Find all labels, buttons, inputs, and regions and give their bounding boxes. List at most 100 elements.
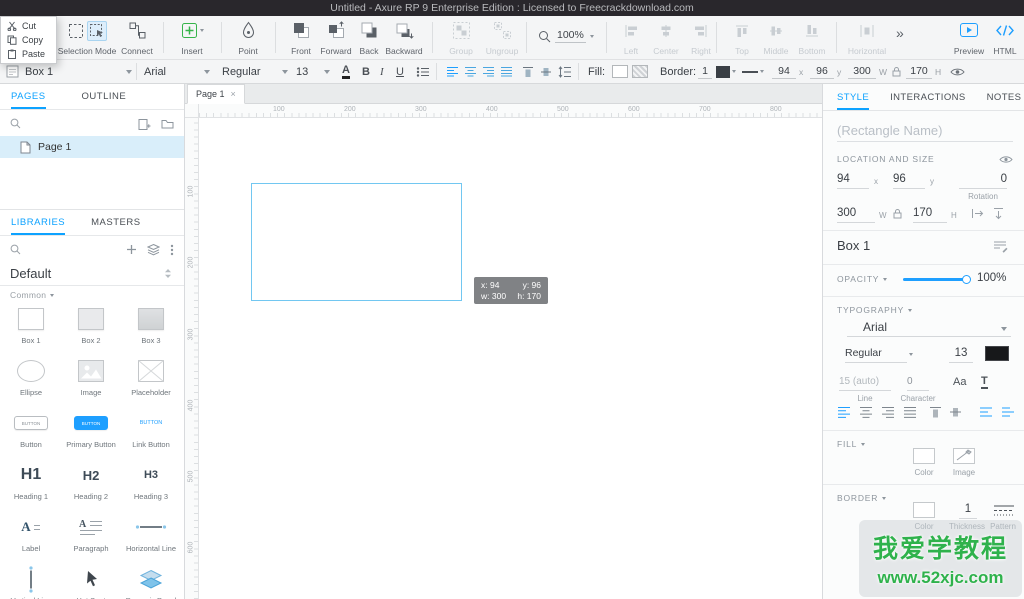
widget-label[interactable]: A Label [1,510,61,562]
widget-image[interactable]: Image [61,354,121,406]
fill-color-swatch[interactable] [612,60,628,83]
lock-ratio-icon[interactable] [893,208,902,219]
x-position-field[interactable]: 94 x [772,60,803,83]
tab-pages[interactable]: PAGES [11,84,46,109]
paragraph-spacing-icon[interactable] [1001,406,1015,418]
common-section-header[interactable]: Common [10,290,55,300]
widget-dynamic-panel[interactable]: Dynamic Panel [121,562,181,599]
bring-forward-button[interactable]: Forward [316,20,356,56]
widget-heading-1[interactable]: H1 Heading 1 [1,458,61,510]
widget-heading-3[interactable]: H3 Heading 3 [121,458,181,510]
widget-hot-spot[interactable]: Hot Spot [61,562,121,599]
vertical-align-middle-button[interactable] [540,60,552,83]
library-stack-icon[interactable] [147,243,160,256]
border-color-swatch[interactable] [716,60,736,83]
resize-horizontal-icon[interactable] [971,208,984,219]
text-align-center-icon[interactable] [859,406,873,418]
search-icon[interactable] [10,244,21,255]
design-canvas[interactable]: x: 94 y: 96 w: 300 h: 170 [199,118,822,599]
insert-button[interactable]: Insert [170,20,214,56]
text-align-left-icon[interactable] [837,406,851,418]
widget-name-input[interactable] [837,120,1013,142]
fill-color-swatch[interactable] [913,448,935,464]
border-width-field[interactable]: 1 [698,60,712,83]
opacity-value[interactable]: 100% [977,271,1017,288]
line-height-icon[interactable] [979,406,993,418]
close-tab-icon[interactable]: × [231,89,236,99]
font-style-dropdown[interactable]: Regular [222,60,288,83]
vertical-align-top-button[interactable] [522,60,534,83]
page-tab[interactable]: Page 1 × [187,84,245,104]
font-size-field[interactable]: 13 [949,346,973,363]
html-export-button[interactable]: HTML [988,20,1022,56]
text-align-left-button[interactable] [446,60,459,83]
border-section-header[interactable]: BORDER [837,493,887,503]
toolbar-overflow-chevron[interactable]: » [896,25,904,41]
text-align-justify-icon[interactable] [903,406,917,418]
widget-vertical-line[interactable]: Vertical Line [1,562,61,599]
tab-masters[interactable]: MASTERS [91,210,140,235]
page-list-item[interactable]: Page 1 [0,136,184,158]
border-thickness-field[interactable]: 1 [959,502,977,519]
widget-box-1[interactable]: Box 1 [1,302,61,354]
tab-outline[interactable]: OUTLINE [82,84,127,109]
eye-icon[interactable] [999,155,1013,164]
menu-item-copy[interactable]: Copy [1,33,56,47]
library-select[interactable]: Default [0,262,184,286]
add-page-icon[interactable] [138,118,151,130]
menu-item-cut[interactable]: Cut [1,19,56,33]
x-field[interactable]: 94 [837,172,869,189]
width-field[interactable]: 300 [837,206,875,223]
font-color-swatch[interactable] [985,346,1009,361]
tab-libraries[interactable]: LIBRARIES [11,210,66,235]
character-spacing-field[interactable]: 0 [907,374,929,391]
widget-box-3[interactable]: Box 3 [121,302,181,354]
vertical-align-middle-icon[interactable] [949,406,962,418]
bring-to-front-button[interactable]: Front [284,20,318,56]
point-tool-button[interactable]: Point [228,20,268,56]
tab-interactions[interactable]: INTERACTIONS [890,84,966,110]
zoom-control[interactable]: 100% [538,29,594,43]
italic-button[interactable]: I [380,60,384,83]
fill-section-header[interactable]: FILL [837,439,866,449]
resize-vertical-icon[interactable] [993,207,1004,220]
font-family-select[interactable]: Arial [847,320,1011,337]
tab-notes[interactable]: NOTES [987,84,1022,110]
font-family-dropdown[interactable]: Arial [144,60,210,83]
typography-section-header[interactable]: TYPOGRAPHY [837,305,913,315]
border-color-swatch[interactable] [913,502,935,518]
add-folder-icon[interactable] [161,118,174,129]
text-case-button[interactable]: Aa [953,376,966,388]
border-pattern-icon[interactable] [993,504,1015,517]
widget-paragraph[interactable]: A Paragraph [61,510,121,562]
preview-button[interactable]: Preview [948,20,990,56]
text-align-right-icon[interactable] [881,406,895,418]
send-to-back-button[interactable]: Back [354,20,384,56]
menu-item-paste[interactable]: Paste [1,47,56,61]
opacity-section-header[interactable]: OPACITY [837,274,888,284]
widget-link-button[interactable]: BUTTON Link Button [121,406,181,458]
fill-image-swatch[interactable] [953,448,975,464]
selection-mode-button[interactable]: Selection Mode [50,20,124,56]
widget-heading-2[interactable]: H2 Heading 2 [61,458,121,510]
tab-style[interactable]: STYLE [837,84,870,110]
fill-pattern-swatch[interactable] [632,60,648,83]
widget-placeholder[interactable]: Placeholder [121,354,181,406]
send-backward-button[interactable]: Backward [382,20,426,56]
text-align-right-button[interactable] [482,60,495,83]
drawn-rectangle[interactable] [251,183,462,301]
widget-style-name[interactable]: Box 1 [837,238,870,253]
widget-ellipse[interactable]: Ellipse [1,354,61,406]
vertical-align-top-icon[interactable] [929,406,942,418]
font-style-select[interactable]: Regular [845,346,907,363]
widget-horizontal-line[interactable]: Horizontal Line [121,510,181,562]
lock-aspect-button[interactable] [892,60,901,83]
line-spacing-field[interactable]: 15 (auto) [839,374,891,391]
y-position-field[interactable]: 96 y [810,60,841,83]
height-field[interactable]: 170 H [906,60,941,83]
opacity-slider-knob[interactable] [962,274,971,284]
connect-button[interactable]: Connect [116,20,158,56]
text-color-button[interactable]: A [342,60,350,83]
bullet-list-button[interactable] [416,60,430,83]
search-icon[interactable] [10,118,21,129]
